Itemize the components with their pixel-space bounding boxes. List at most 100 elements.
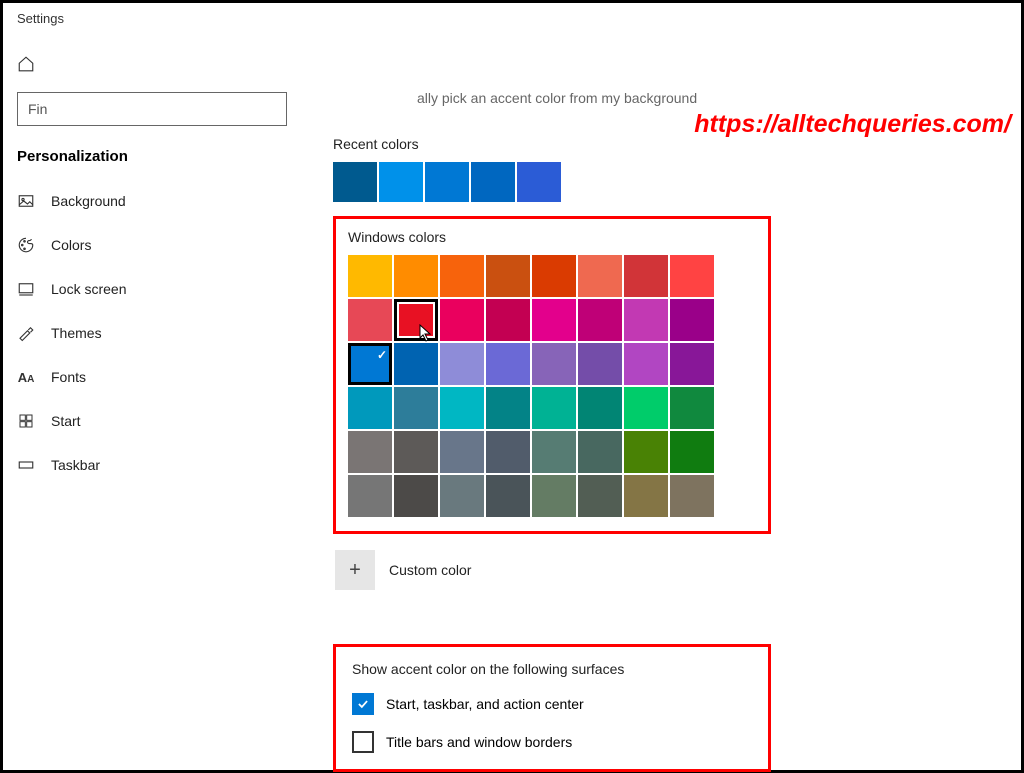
color-swatch[interactable] xyxy=(624,299,668,341)
watermark-url: https://alltechqueries.com/ xyxy=(694,110,1011,139)
sidebar-item-label: Fonts xyxy=(51,369,86,385)
palette-icon xyxy=(17,236,35,254)
color-swatch[interactable] xyxy=(670,299,714,341)
color-swatch[interactable] xyxy=(440,255,484,297)
color-swatch[interactable] xyxy=(394,475,438,517)
home-button[interactable] xyxy=(17,34,313,74)
windows-colors-section: Windows colors ✓ xyxy=(333,216,771,534)
taskbar-icon xyxy=(17,456,35,474)
color-swatch[interactable] xyxy=(394,255,438,297)
color-swatch[interactable] xyxy=(440,475,484,517)
color-swatch[interactable] xyxy=(578,343,622,385)
color-swatch[interactable] xyxy=(394,299,438,341)
windows-colors-label: Windows colors xyxy=(348,229,756,245)
color-swatch[interactable] xyxy=(624,343,668,385)
color-swatch[interactable] xyxy=(532,255,576,297)
color-swatch[interactable] xyxy=(624,431,668,473)
color-swatch[interactable] xyxy=(348,299,392,341)
sidebar-item-label: Themes xyxy=(51,325,102,341)
checkbox-start-taskbar-label: Start, taskbar, and action center xyxy=(386,696,584,712)
sidebar-item-label: Start xyxy=(51,413,81,429)
color-swatch[interactable] xyxy=(348,475,392,517)
recent-color-swatch[interactable] xyxy=(333,162,377,202)
color-swatch[interactable] xyxy=(578,387,622,429)
accent-surfaces-label: Show accent color on the following surfa… xyxy=(352,661,752,677)
sidebar-item-lock-screen[interactable]: Lock screen xyxy=(17,267,313,311)
color-swatch[interactable] xyxy=(532,475,576,517)
color-swatch[interactable] xyxy=(486,387,530,429)
color-swatch[interactable] xyxy=(486,431,530,473)
start-icon xyxy=(17,412,35,430)
color-swatch[interactable] xyxy=(532,387,576,429)
color-swatch[interactable] xyxy=(486,255,530,297)
custom-color-label: Custom color xyxy=(389,562,471,578)
color-swatch[interactable] xyxy=(394,431,438,473)
sidebar-item-background[interactable]: Background xyxy=(17,179,313,223)
accent-auto-pick-text: ally pick an accent color from my backgr… xyxy=(417,90,1001,106)
sidebar-item-start[interactable]: Start xyxy=(17,399,313,443)
accent-surfaces-section: Show accent color on the following surfa… xyxy=(333,644,771,772)
color-swatch[interactable] xyxy=(394,343,438,385)
color-swatch[interactable] xyxy=(624,475,668,517)
recent-color-swatch[interactable] xyxy=(471,162,515,202)
windows-colors-grid: ✓ xyxy=(348,255,756,517)
color-swatch[interactable] xyxy=(440,299,484,341)
sidebar-item-fonts[interactable]: AA Fonts xyxy=(17,355,313,399)
color-swatch[interactable] xyxy=(670,387,714,429)
search-placeholder-text: Fin xyxy=(28,101,47,117)
custom-color-row: + Custom color xyxy=(335,550,1001,590)
sidebar-item-colors[interactable]: Colors xyxy=(17,223,313,267)
color-swatch[interactable] xyxy=(578,431,622,473)
window-title: Settings xyxy=(3,3,1021,34)
plus-icon: + xyxy=(349,559,361,582)
color-swatch[interactable] xyxy=(578,475,622,517)
cursor-icon xyxy=(419,324,433,345)
color-swatch[interactable] xyxy=(348,387,392,429)
main-content: ally pick an accent color from my backgr… xyxy=(313,34,1021,769)
color-swatch[interactable] xyxy=(578,255,622,297)
color-swatch[interactable] xyxy=(348,431,392,473)
color-swatch[interactable] xyxy=(624,387,668,429)
home-icon xyxy=(17,55,35,73)
image-icon xyxy=(17,192,35,210)
color-swatch[interactable] xyxy=(440,431,484,473)
check-icon: ✓ xyxy=(377,348,387,362)
color-swatch[interactable]: ✓ xyxy=(348,343,392,385)
search-input[interactable]: Fin xyxy=(17,92,287,126)
recent-color-swatch[interactable] xyxy=(379,162,423,202)
sidebar-item-label: Background xyxy=(51,193,126,209)
checkbox-title-bars-label: Title bars and window borders xyxy=(386,734,572,750)
color-swatch[interactable] xyxy=(532,431,576,473)
custom-color-button[interactable]: + xyxy=(335,550,375,590)
recent-color-swatch[interactable] xyxy=(517,162,561,202)
themes-icon xyxy=(17,324,35,342)
sidebar-item-label: Lock screen xyxy=(51,281,126,297)
color-swatch[interactable] xyxy=(532,343,576,385)
sidebar-item-label: Taskbar xyxy=(51,457,100,473)
fonts-icon: AA xyxy=(17,368,35,386)
color-swatch[interactable] xyxy=(348,255,392,297)
sidebar-item-label: Colors xyxy=(51,237,91,253)
color-swatch[interactable] xyxy=(578,299,622,341)
sidebar: Fin Personalization Background Colors Lo… xyxy=(3,34,313,769)
sidebar-item-taskbar[interactable]: Taskbar xyxy=(17,443,313,487)
check-icon xyxy=(356,697,370,711)
color-swatch[interactable] xyxy=(394,387,438,429)
color-swatch[interactable] xyxy=(670,255,714,297)
color-swatch[interactable] xyxy=(670,431,714,473)
color-swatch[interactable] xyxy=(532,299,576,341)
recent-colors-row xyxy=(333,162,1001,202)
color-swatch[interactable] xyxy=(670,343,714,385)
color-swatch[interactable] xyxy=(670,475,714,517)
color-swatch[interactable] xyxy=(440,343,484,385)
checkbox-start-taskbar[interactable] xyxy=(352,693,374,715)
checkbox-title-bars[interactable] xyxy=(352,731,374,753)
sidebar-section-title: Personalization xyxy=(17,148,313,165)
color-swatch[interactable] xyxy=(624,255,668,297)
color-swatch[interactable] xyxy=(440,387,484,429)
color-swatch[interactable] xyxy=(486,475,530,517)
color-swatch[interactable] xyxy=(486,343,530,385)
sidebar-item-themes[interactable]: Themes xyxy=(17,311,313,355)
recent-color-swatch[interactable] xyxy=(425,162,469,202)
color-swatch[interactable] xyxy=(486,299,530,341)
